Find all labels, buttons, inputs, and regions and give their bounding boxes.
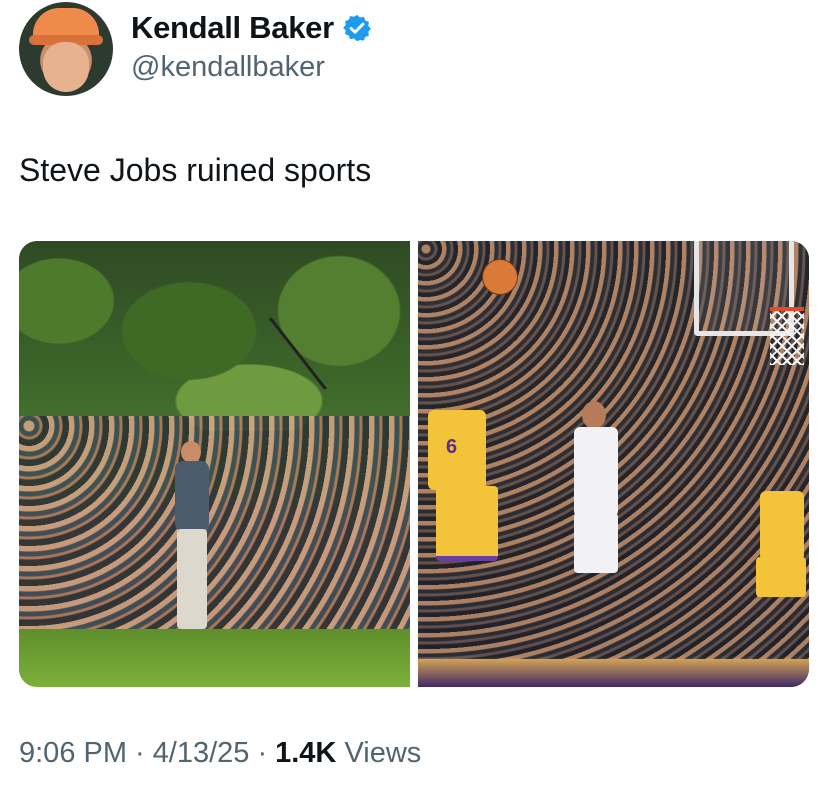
- golfer-shirt: [175, 461, 209, 531]
- basketball-net: [770, 307, 804, 365]
- verified-badge-icon[interactable]: [342, 13, 372, 43]
- golfer-figure: [169, 441, 213, 631]
- views-count[interactable]: 1.4K: [275, 737, 336, 769]
- tweet-time[interactable]: 9:06 PM: [19, 737, 127, 770]
- teammate-jersey: [760, 491, 804, 561]
- tweet-meta: 9:06 PM · 4/13/25 · 1.4K Views: [19, 737, 421, 770]
- court-floor: [418, 659, 809, 687]
- meta-separator: ·: [257, 737, 268, 769]
- teammate-player: [754, 471, 809, 661]
- teammate-shorts: [756, 557, 806, 597]
- media-grid: 6: [19, 241, 809, 687]
- avatar[interactable]: [19, 2, 113, 96]
- defending-player: [568, 401, 624, 651]
- shooting-player: 6: [422, 386, 502, 656]
- trees-background: [19, 241, 410, 431]
- basketball: [482, 259, 518, 295]
- tweet-text: Steve Jobs ruined sports: [19, 152, 372, 188]
- golfer-head: [181, 441, 201, 463]
- display-name-row[interactable]: Kendall Baker: [131, 10, 372, 46]
- defender-jersey: [574, 427, 618, 517]
- green-grass: [19, 629, 410, 687]
- shooter-shorts: [436, 486, 498, 561]
- display-name[interactable]: Kendall Baker: [131, 10, 334, 46]
- basketball-shot-photo[interactable]: 6: [418, 241, 809, 687]
- defender-head: [582, 401, 606, 429]
- meta-separator: ·: [135, 737, 145, 769]
- shooter-jersey-number: 6: [446, 436, 458, 458]
- golfer-pants: [177, 529, 207, 629]
- avatar-face: [43, 42, 89, 92]
- views-label: Views: [344, 737, 422, 769]
- golf-celebration-photo[interactable]: [19, 241, 410, 687]
- golf-crowd: [19, 416, 410, 631]
- user-handle[interactable]: @kendallbaker: [131, 51, 325, 84]
- tweet-date[interactable]: 4/13/25: [153, 737, 250, 770]
- defender-shorts: [574, 513, 618, 573]
